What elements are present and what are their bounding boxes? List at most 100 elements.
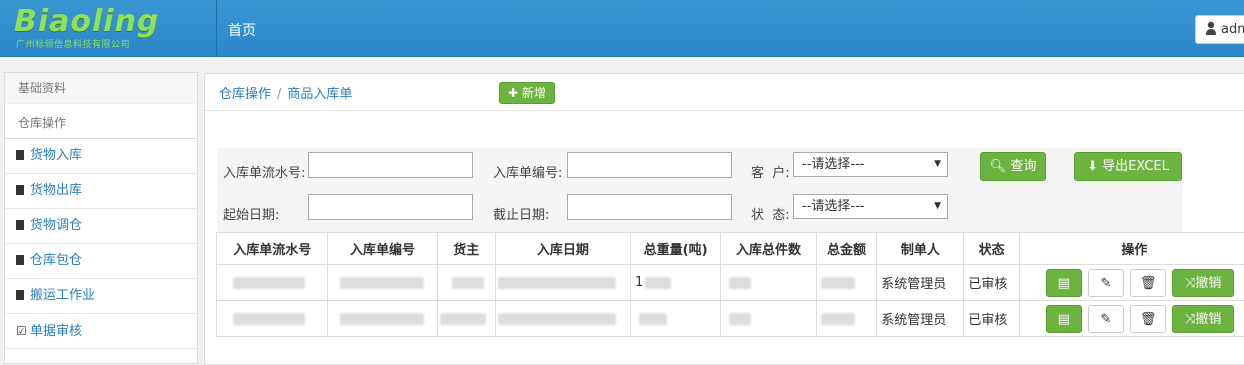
doc-icon xyxy=(16,255,24,265)
serial-number-label: 入库单流水号: xyxy=(223,162,305,181)
redacted-value xyxy=(821,277,855,289)
navbar-divider xyxy=(216,0,217,56)
serial-number-input[interactable] xyxy=(308,152,473,178)
cell-status: 已审核 xyxy=(964,265,1019,301)
status-select[interactable]: --请选择--- ▼ xyxy=(793,194,948,219)
col-total-pieces: 入库总件数 xyxy=(721,233,817,265)
view-document-button[interactable]: ▤ xyxy=(1046,269,1082,297)
doc-icon xyxy=(16,150,24,160)
inbound-orders-table: 入库单流水号 入库单编号 货主 入库日期 总重量(吨) 入库总件数 总金额 制单… xyxy=(216,232,1244,337)
table-row: 1 系统管理员 已审核 ▤ ✎ 🗑︎ ⤨撤销 xyxy=(217,265,1244,301)
sidebar-item-document-review[interactable]: ☑单据审核 xyxy=(5,314,197,349)
weight-prefix: 1 xyxy=(635,275,643,290)
breadcrumb: 仓库操作/商品入库单 xyxy=(219,83,352,102)
user-menu-button[interactable]: adm xyxy=(1195,15,1244,44)
export-button-label: 导出EXCEL xyxy=(1102,159,1169,174)
doc-icon xyxy=(16,220,24,230)
delete-button[interactable]: 🗑︎ xyxy=(1130,269,1166,297)
trash-icon: 🗑︎ xyxy=(1140,276,1157,291)
download-icon: ⬇ xyxy=(1087,159,1098,174)
redacted-value xyxy=(498,313,616,325)
redacted-value xyxy=(639,313,667,325)
cell-order-code xyxy=(328,265,437,301)
col-creator: 制单人 xyxy=(877,233,964,265)
cell-creator: 系统管理员 xyxy=(877,265,964,301)
sidebar-header[interactable]: 基础资料 xyxy=(5,73,197,104)
document-icon: ▤ xyxy=(1058,276,1070,291)
sidebar-item-label: 货物入库 xyxy=(30,148,82,163)
check-icon: ☑ xyxy=(16,314,28,348)
redacted-value xyxy=(498,277,616,289)
trash-icon: 🗑︎ xyxy=(1140,312,1157,327)
breadcrumb-current[interactable]: 商品入库单 xyxy=(287,87,352,102)
col-inbound-date: 入库日期 xyxy=(495,233,630,265)
dropdown-arrow-icon: ▼ xyxy=(934,195,941,218)
edit-button[interactable]: ✎ xyxy=(1088,269,1124,297)
col-serial-number: 入库单流水号 xyxy=(217,233,328,265)
add-button[interactable]: ✚ 新增 xyxy=(499,82,555,104)
col-status: 状态 xyxy=(964,233,1019,265)
redacted-value xyxy=(340,277,424,289)
redacted-value xyxy=(645,277,671,289)
cell-actions: ▤ ✎ 🗑︎ ⤨撤销 xyxy=(1019,265,1244,301)
revoke-button[interactable]: ⤨撤销 xyxy=(1172,305,1234,333)
doc-icon xyxy=(16,290,24,300)
start-date-label: 起始日期: xyxy=(223,204,279,223)
query-button[interactable]: 🔍︎ 查询 xyxy=(980,152,1046,181)
document-icon: ▤ xyxy=(1058,312,1070,327)
col-total-amount: 总金额 xyxy=(816,233,877,265)
view-document-button[interactable]: ▤ xyxy=(1046,305,1082,333)
delete-button[interactable]: 🗑︎ xyxy=(1130,305,1166,333)
sidebar-item-porter-work[interactable]: 搬运工作业 xyxy=(5,279,197,314)
search-icon: 🔍︎ xyxy=(990,159,1007,174)
breadcrumb-divider xyxy=(205,110,1244,111)
dropdown-arrow-icon: ▼ xyxy=(934,153,941,176)
redacted-value xyxy=(440,313,486,325)
revoke-button[interactable]: ⤨撤销 xyxy=(1172,269,1234,297)
export-excel-button[interactable]: ⬇ 导出EXCEL xyxy=(1074,152,1182,181)
edit-icon: ✎ xyxy=(1101,276,1112,291)
order-code-input[interactable] xyxy=(567,152,732,178)
cell-creator: 系统管理员 xyxy=(877,301,964,337)
end-date-input[interactable] xyxy=(567,194,732,220)
edit-button[interactable]: ✎ xyxy=(1088,305,1124,333)
add-button-label: 新增 xyxy=(522,86,546,100)
shuffle-icon: ⤨ xyxy=(1185,312,1195,327)
sidebar: 基础资料 仓库操作 货物入库 货物出库 货物调仓 仓库包仓 搬运工作业 ☑单据审… xyxy=(4,72,198,364)
main-panel: 仓库操作/商品入库单 ✚ 新增 入库单流水号: 入库单编号: 客 户: --请选… xyxy=(204,73,1244,365)
cell-status: 已审核 xyxy=(964,301,1019,337)
order-code-label: 入库单编号: xyxy=(493,162,562,181)
customer-label: 客 户: xyxy=(751,162,790,181)
sidebar-item-label: 单据审核 xyxy=(30,324,82,339)
cell-total-pieces xyxy=(721,265,817,301)
nav-home-link[interactable]: 首页 xyxy=(228,20,256,40)
sidebar-item-goods-transfer[interactable]: 货物调仓 xyxy=(5,209,197,244)
brand-logo[interactable]: Biaoling 广州标领信息科技有限公司 xyxy=(14,6,190,50)
redacted-value xyxy=(233,277,305,289)
status-select-value: --请选择--- xyxy=(802,199,864,214)
cell-serial-number xyxy=(217,265,328,301)
cell-total-pieces xyxy=(721,301,817,337)
sidebar-item-goods-inbound[interactable]: 货物入库 xyxy=(5,139,197,174)
shuffle-icon: ⤨ xyxy=(1185,276,1195,291)
redacted-value xyxy=(729,313,751,325)
cell-actions: ▤ ✎ 🗑︎ ⤨撤销 xyxy=(1019,301,1244,337)
sidebar-item-goods-outbound[interactable]: 货物出库 xyxy=(5,174,197,209)
sidebar-item-warehouse-package[interactable]: 仓库包仓 xyxy=(5,244,197,279)
revoke-button-label: 撤销 xyxy=(1195,312,1221,327)
col-owner: 货主 xyxy=(437,233,495,265)
sidebar-item-label: 货物出库 xyxy=(30,183,82,198)
status-label: 状 态: xyxy=(751,204,790,223)
sidebar-item-label: 货物调仓 xyxy=(30,218,82,233)
cell-serial-number xyxy=(217,301,328,337)
edit-icon: ✎ xyxy=(1101,312,1112,327)
start-date-input[interactable] xyxy=(308,194,473,220)
customer-select[interactable]: --请选择--- ▼ xyxy=(793,152,948,177)
cell-order-code xyxy=(328,301,437,337)
breadcrumb-root[interactable]: 仓库操作 xyxy=(219,87,271,102)
col-actions: 操作 xyxy=(1019,233,1244,265)
cell-total-amount xyxy=(816,301,877,337)
col-order-code: 入库单编号 xyxy=(328,233,437,265)
end-date-label: 截止日期: xyxy=(493,204,549,223)
sidebar-group-title[interactable]: 仓库操作 xyxy=(5,104,197,139)
